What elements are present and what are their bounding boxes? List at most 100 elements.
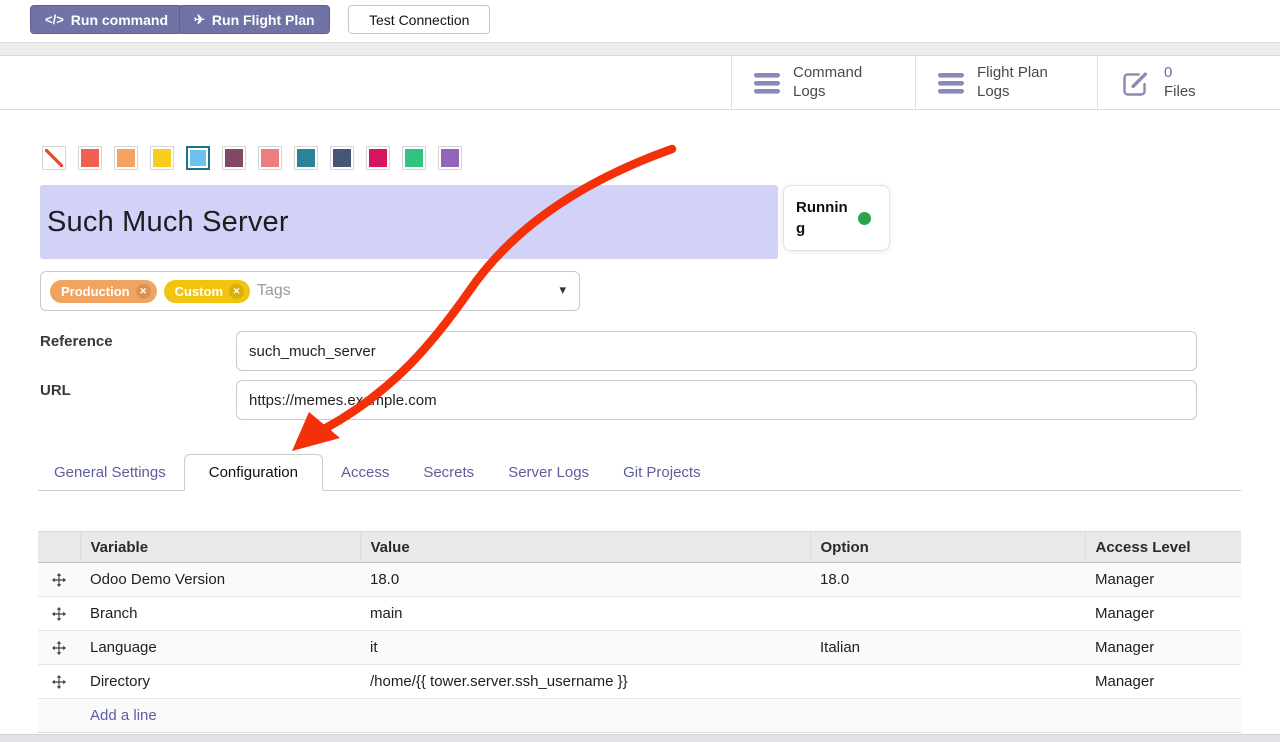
tab-server-logs[interactable]: Server Logs xyxy=(492,455,605,490)
swatch-fill xyxy=(297,149,315,167)
separator-band xyxy=(0,42,1280,56)
handle-column-header xyxy=(38,532,80,563)
swatch-fill xyxy=(441,149,459,167)
caret-down-icon[interactable]: ▾ xyxy=(559,282,566,298)
color-swatch-yellow[interactable] xyxy=(150,146,174,170)
notebook-tabs: General SettingsConfigurationAccessSecre… xyxy=(38,452,1241,491)
color-swatch-salmon[interactable] xyxy=(258,146,282,170)
files-label: Files xyxy=(1164,83,1196,102)
cell-value[interactable]: /home/{{ tower.server.ssh_username }} xyxy=(360,665,810,699)
cell-value[interactable]: 18.0 xyxy=(360,563,810,597)
edit-icon xyxy=(1120,68,1151,99)
color-swatch-purple[interactable] xyxy=(438,146,462,170)
color-swatch-red[interactable] xyxy=(78,146,102,170)
tab-general-settings[interactable]: General Settings xyxy=(38,455,182,490)
status-dot-icon xyxy=(858,212,871,225)
add-line-row: Add a line xyxy=(38,699,1241,733)
swatch-fill xyxy=(45,149,63,167)
bottom-strip xyxy=(0,734,1280,742)
column-header-access-level: Access Level xyxy=(1085,532,1241,563)
test-connection-button[interactable]: Test Connection xyxy=(348,5,490,34)
cell-option[interactable]: Italian xyxy=(810,631,1085,665)
color-swatch-fuchsia[interactable] xyxy=(366,146,390,170)
table-row[interactable]: Odoo Demo Version18.018.0Manager xyxy=(38,563,1241,597)
swatch-fill xyxy=(225,149,243,167)
tag-label: Production xyxy=(61,284,130,299)
action-bar: </> Run command ✈ Run Flight Plan Test C… xyxy=(0,0,1280,42)
run-flight-plan-button[interactable]: ✈ Run Flight Plan xyxy=(179,5,330,34)
test-connection-label: Test Connection xyxy=(369,12,469,28)
remove-tag-icon[interactable]: ✕ xyxy=(136,284,151,299)
command-logs-stat-button[interactable]: Command Logs xyxy=(731,56,915,110)
url-input[interactable] xyxy=(236,380,1197,420)
swatch-fill xyxy=(117,149,135,167)
flight-plan-logs-label: Flight Plan Logs xyxy=(977,64,1069,102)
table-row[interactable]: Branchmain Manager xyxy=(38,597,1241,631)
tag-custom[interactable]: Custom ✕ xyxy=(164,280,250,303)
swatch-fill xyxy=(81,149,99,167)
cell-variable[interactable]: Directory xyxy=(80,665,360,699)
flight-plan-logs-stat-button[interactable]: Flight Plan Logs xyxy=(915,56,1097,110)
status-badge[interactable]: Running xyxy=(783,185,890,251)
cell-option[interactable]: 18.0 xyxy=(810,563,1085,597)
cell-access-level[interactable]: Manager xyxy=(1085,597,1241,631)
table-header-row: VariableValueOptionAccess Level xyxy=(38,532,1241,563)
server-form-page: </> Run command ✈ Run Flight Plan Test C… xyxy=(0,0,1280,742)
cell-variable[interactable]: Language xyxy=(80,631,360,665)
plane-icon: ✈ xyxy=(194,12,205,28)
color-swatch-no-color[interactable] xyxy=(42,146,66,170)
cell-access-level[interactable]: Manager xyxy=(1085,665,1241,699)
remove-tag-icon[interactable]: ✕ xyxy=(229,284,244,299)
tab-secrets[interactable]: Secrets xyxy=(407,455,490,490)
column-header-value: Value xyxy=(360,532,810,563)
reference-label: Reference xyxy=(40,333,113,350)
drag-handle-icon[interactable] xyxy=(38,665,80,699)
tab-configuration[interactable]: Configuration xyxy=(184,454,323,491)
color-swatch-green[interactable] xyxy=(402,146,426,170)
files-stat-button[interactable]: 0 Files xyxy=(1097,56,1280,110)
table-row[interactable]: Directory/home/{{ tower.server.ssh_usern… xyxy=(38,665,1241,699)
server-name-field[interactable]: Such Much Server xyxy=(40,185,778,259)
color-swatch-light-blue[interactable] xyxy=(186,146,210,170)
run-command-button[interactable]: </> Run command xyxy=(30,5,183,34)
page-title: Such Much Server xyxy=(47,206,289,239)
stat-header: Command Logs Flight Plan Logs 0 Files xyxy=(0,56,1280,110)
drag-handle-icon[interactable] xyxy=(38,597,80,631)
swatch-fill xyxy=(153,149,171,167)
swatch-fill xyxy=(369,149,387,167)
table-row[interactable]: LanguageitItalianManager xyxy=(38,631,1241,665)
cell-access-level[interactable]: Manager xyxy=(1085,631,1241,665)
list-icon xyxy=(938,73,964,94)
tag-pills: Production ✕ Custom ✕ xyxy=(50,280,250,303)
color-swatch-dark-purple[interactable] xyxy=(222,146,246,170)
cell-value[interactable]: main xyxy=(360,597,810,631)
tags-input[interactable]: Production ✕ Custom ✕ Tags ▾ xyxy=(40,271,580,311)
reference-input[interactable] xyxy=(236,331,1197,371)
configuration-table: VariableValueOptionAccess Level Odoo Dem… xyxy=(38,531,1241,733)
drag-handle-icon[interactable] xyxy=(38,563,80,597)
cell-option[interactable] xyxy=(810,597,1085,631)
color-swatch-orange[interactable] xyxy=(114,146,138,170)
cell-value[interactable]: it xyxy=(360,631,810,665)
status-label: Running xyxy=(796,197,848,239)
tags-placeholder: Tags xyxy=(257,282,291,300)
cell-access-level[interactable]: Manager xyxy=(1085,563,1241,597)
cell-option[interactable] xyxy=(810,665,1085,699)
color-swatch-medium-blue[interactable] xyxy=(294,146,318,170)
cell-variable[interactable]: Branch xyxy=(80,597,360,631)
swatch-fill xyxy=(405,149,423,167)
add-a-line-link[interactable]: Add a line xyxy=(90,707,157,724)
tab-access[interactable]: Access xyxy=(325,455,405,490)
tab-git-projects[interactable]: Git Projects xyxy=(607,455,717,490)
swatch-fill xyxy=(261,149,279,167)
cell-variable[interactable]: Odoo Demo Version xyxy=(80,563,360,597)
run-flight-plan-label: Run Flight Plan xyxy=(212,12,315,28)
tag-production[interactable]: Production ✕ xyxy=(50,280,157,303)
empty-cell xyxy=(38,699,80,733)
run-command-label: Run command xyxy=(71,12,168,28)
list-icon xyxy=(754,73,780,94)
drag-handle-icon[interactable] xyxy=(38,631,80,665)
color-swatch-dark-blue[interactable] xyxy=(330,146,354,170)
tag-label: Custom xyxy=(175,284,223,299)
code-icon: </> xyxy=(45,12,64,27)
